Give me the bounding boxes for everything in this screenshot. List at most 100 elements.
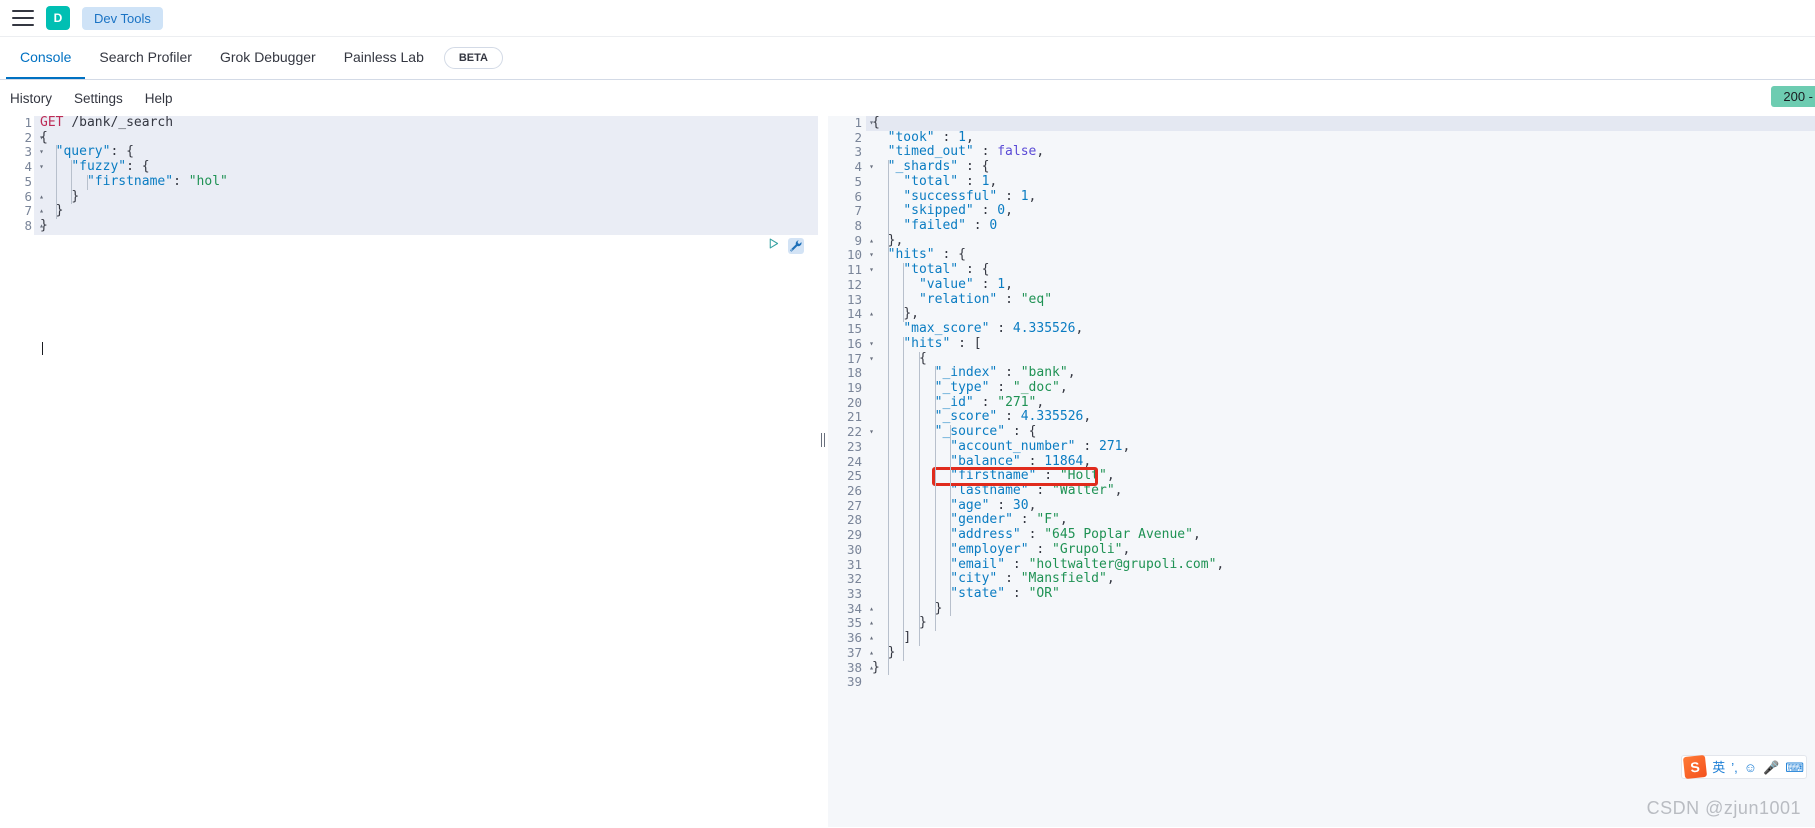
code-line: "address" : "645 Poplar Avenue", [950, 527, 1201, 543]
request-editor-pane[interactable]: 1 2 ▾ 3 ▾ 4 ▾ 5 6 ▴ 7 ▴ 8 ▴ GET /bank/_search{ "query… [0, 116, 818, 827]
code-line: "email" : "holtwalter@grupoli.com", [950, 556, 1225, 572]
code-line: } [40, 218, 48, 234]
ime-emoji-icon[interactable]: ☺ [1744, 761, 1757, 774]
line-number: 4 ▾ [854, 159, 874, 175]
line-number: 20 [846, 394, 862, 410]
watermark-text: CSDN @zjun1001 [1646, 798, 1801, 818]
code-line: "_score" : 4.335526, [934, 409, 1092, 425]
wrench-icon[interactable] [788, 238, 804, 254]
line-number: 33 [846, 586, 862, 601]
pane-resize-handle[interactable] [818, 116, 828, 827]
code-line: "lastname" : "Walter", [950, 482, 1123, 498]
code-line: "firstname" : "Holt", [950, 468, 1115, 484]
tab-grok-debugger[interactable]: Grok Debugger [206, 37, 330, 79]
line-number: 2 [854, 129, 862, 145]
line-number: 18 [846, 365, 862, 381]
line-number: 8 ▴ [24, 218, 44, 234]
submenu-item-history[interactable]: History [10, 91, 52, 106]
resize-grip-icon [820, 432, 826, 448]
code-line: } [887, 644, 896, 660]
ime-keyboard-icon[interactable]: ⌨ [1785, 761, 1804, 774]
code-line: "state" : "OR" [950, 586, 1060, 601]
line-number: 23 [846, 438, 862, 454]
indent-guide [918, 351, 920, 646]
code-line: "value" : 1, [918, 276, 1013, 292]
code-line: "relation" : "eq" [918, 291, 1053, 307]
line-number: 7 ▴ [24, 203, 44, 219]
hamburger-menu-icon[interactable] [12, 10, 34, 26]
code-line: "skipped" : 0, [903, 203, 1013, 219]
line-number: 38 ▴ [846, 659, 874, 675]
code-line: GET /bank/_search [40, 116, 174, 130]
code-line: "fuzzy": { [71, 159, 150, 175]
code-line: "successful" : 1, [903, 188, 1037, 204]
indent-guide [887, 248, 889, 676]
line-number: 35 ▴ [846, 615, 874, 631]
ime-language-icon[interactable]: 英 [1712, 761, 1725, 774]
tab-search-profiler[interactable]: Search Profiler [85, 37, 206, 79]
ime-microphone-icon[interactable]: 🎤 [1763, 761, 1779, 774]
code-line: "gender" : "F", [950, 512, 1068, 528]
line-number: 34 ▴ [846, 600, 874, 616]
code-line: "_type" : "_doc", [934, 379, 1068, 395]
line-number: 36 ▴ [846, 630, 874, 646]
line-number: 1 ▾ [854, 116, 874, 130]
indent-guide [55, 145, 57, 220]
line-number: 39 [846, 674, 862, 690]
line-number: 6 ▴ [24, 188, 44, 204]
code-line: "query": { [55, 144, 134, 160]
code-line: "age" : 30, [950, 497, 1037, 513]
code-line: "hits" : { [887, 247, 966, 263]
code-line: }, [903, 306, 919, 322]
play-triangle-icon[interactable] [767, 237, 780, 255]
submenu-item-help[interactable]: Help [145, 91, 173, 106]
ime-punctuation-icon[interactable]: ’, [1731, 761, 1738, 774]
line-number: 2 ▾ [24, 129, 44, 145]
editor-line-numbers: 1 2 ▾ 3 ▾ 4 ▾ 5 6 ▴ 7 ▴ 8 ▴ [0, 116, 44, 234]
line-number: 7 [854, 203, 862, 219]
line-number: 28 [846, 512, 862, 528]
code-line: "city" : "Mansfield", [950, 571, 1115, 587]
code-line: "balance" : 11864, [950, 453, 1092, 469]
code-line: "max_score" : 4.335526, [903, 321, 1084, 337]
indent-guide [934, 366, 936, 632]
code-line: } [71, 188, 80, 204]
line-number: 37 ▴ [846, 644, 874, 660]
code-line: { [40, 129, 48, 145]
tab-console[interactable]: Console [6, 37, 86, 79]
global-header: D Dev Tools [0, 0, 1815, 36]
code-line: "_id" : "271", [934, 394, 1045, 410]
code-line: "account_number" : 271, [950, 438, 1131, 454]
sogou-logo-icon[interactable]: S [1683, 754, 1708, 780]
code-line: "_shards" : { [887, 159, 990, 175]
editor-code-lines[interactable]: GET /bank/_search{ "query": { "fuzzy": {… [34, 116, 228, 234]
ime-toolbar[interactable]: S 英 ’, ☺ 🎤 ⌨ [1681, 754, 1807, 780]
tab-painless-lab[interactable]: Painless Lab [330, 37, 438, 79]
console-submenu: History Settings Help 200 - [0, 80, 1815, 116]
code-line: "total" : 1, [903, 173, 998, 189]
code-line: } [918, 615, 927, 631]
code-line: "timed_out" : false, [887, 144, 1045, 160]
line-number: 16 ▾ [846, 335, 874, 351]
console-body: 1 2 ▾ 3 ▾ 4 ▾ 5 6 ▴ 7 ▴ 8 ▴ GET /bank/_search{ "query… [0, 116, 1815, 827]
submenu-item-settings[interactable]: Settings [74, 91, 123, 106]
line-number: 24 [846, 453, 862, 469]
code-line: "hits" : [ [903, 335, 982, 351]
line-number: 5 [24, 173, 32, 189]
code-line: "total" : { [903, 262, 990, 278]
code-line: "failed" : 0 [903, 218, 998, 234]
line-number: 32 [846, 571, 862, 587]
line-number: 11 ▾ [846, 262, 874, 278]
line-number: 26 [846, 482, 862, 498]
app-name-pill[interactable]: Dev Tools [82, 6, 163, 30]
code-line: } [934, 600, 943, 616]
line-number: 12 [846, 276, 862, 292]
line-number: 13 [846, 291, 862, 307]
line-number: 6 [854, 188, 862, 204]
response-output-pane[interactable]: 1 ▾ 2 3 4 ▾ 5 6 7 8 9 ▴ 10 ▾ 11 ▾ 12 13 14 ▴ 15 16 ▾ 17 ▾ 18 19 20 2… [828, 116, 1815, 827]
code-line: "employer" : "Grupoli", [950, 541, 1131, 557]
editor-action-icons [767, 237, 804, 255]
code-line: "took" : 1, [887, 129, 974, 145]
app-logo-badge: D [46, 6, 70, 30]
